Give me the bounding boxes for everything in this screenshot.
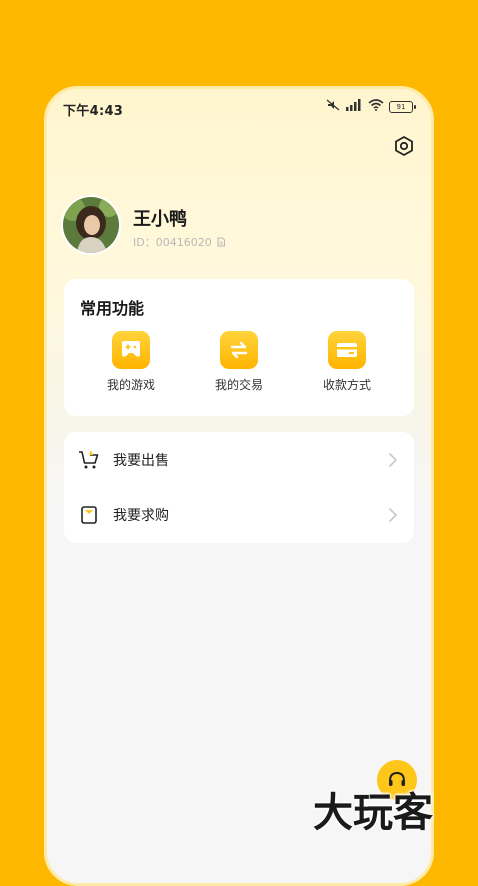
chevron-right-icon <box>389 507 398 522</box>
phone-frame: 下午4:43 91 王小鸭 ID：00416020 常用功能 我的游戏 我的交易… <box>44 86 434 886</box>
menu-item-sell[interactable]: 我要出售 <box>64 432 414 487</box>
username: 王小鸭 <box>133 209 187 230</box>
user-id: ID：00416020 <box>133 234 226 250</box>
my-trades-button[interactable]: 我的交易 <box>194 331 284 393</box>
payment-methods-label: 收款方式 <box>322 378 371 392</box>
menu-item-sell-label: 我要出售 <box>113 452 169 469</box>
battery-icon: 91 <box>389 101 416 113</box>
copy-icon[interactable] <box>216 237 226 247</box>
exchange-icon <box>220 331 258 369</box>
avatar[interactable] <box>61 195 121 255</box>
status-bar: 下午4:43 91 <box>47 89 431 125</box>
card-icon <box>328 331 366 369</box>
chevron-right-icon <box>389 452 398 467</box>
payment-methods-button[interactable]: 收款方式 <box>302 331 392 393</box>
my-games-button[interactable]: 我的游戏 <box>86 331 176 393</box>
menu-item-buy[interactable]: 我要求购 <box>64 487 414 542</box>
my-trades-label: 我的交易 <box>214 378 263 392</box>
menu-card: 我要出售 我要求购 <box>64 432 414 543</box>
my-games-label: 我的游戏 <box>106 378 155 392</box>
status-time: 下午4:43 <box>63 104 124 119</box>
gamepad-icon <box>112 331 150 369</box>
avatar-image <box>63 197 119 253</box>
common-functions-title: 常用功能 <box>80 299 145 318</box>
menu-item-buy-label: 我要求购 <box>113 507 169 524</box>
watermark-logo: 大玩客 <box>313 790 433 836</box>
settings-button[interactable] <box>393 135 415 157</box>
mute-icon <box>326 99 340 115</box>
settings-hex-icon <box>395 136 413 156</box>
cart-icon <box>79 449 99 468</box>
signal-icon <box>345 99 363 115</box>
user-id-text: ID：00416020 <box>133 236 212 249</box>
bag-icon <box>81 505 97 524</box>
common-functions-card: 常用功能 我的游戏 我的交易 收款方式 <box>64 279 414 416</box>
status-icons: 91 <box>326 99 416 115</box>
wifi-icon <box>368 99 384 115</box>
